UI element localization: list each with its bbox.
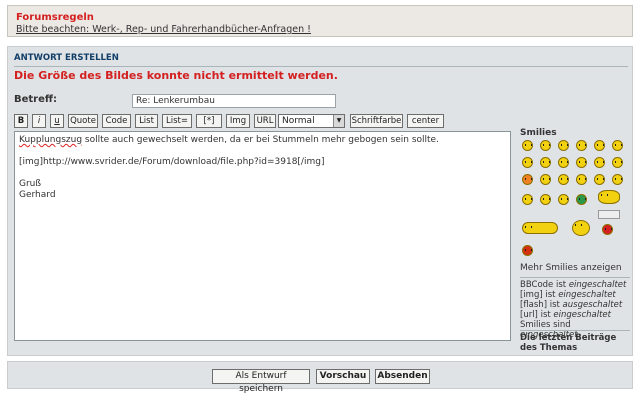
- font-color-button[interactable]: Schriftfarbe: [350, 114, 403, 128]
- font-size-select[interactable]: Normal ▼: [278, 114, 345, 128]
- img-button[interactable]: Img: [226, 114, 250, 128]
- bold-button[interactable]: B: [14, 114, 28, 128]
- italic-button[interactable]: i: [32, 114, 46, 128]
- message-line-3: Gruß: [19, 179, 42, 189]
- smiley-idea-icon[interactable]: [522, 194, 533, 205]
- smiley-exclaim-icon[interactable]: [594, 174, 605, 185]
- forum-rules-title: Forumsregeln: [16, 12, 94, 23]
- url-status: [url] ist eingeschaltet: [520, 310, 611, 320]
- smiley-lol-icon[interactable]: [540, 157, 551, 168]
- smiley-question-icon[interactable]: [612, 174, 623, 185]
- more-smilies-link[interactable]: Mehr Smilies anzeigen: [520, 263, 622, 273]
- smiley-sad-icon[interactable]: [558, 140, 569, 151]
- reply-form-panel: ANTWORT ERSTELLEN Die Größe des Bildes k…: [7, 46, 633, 356]
- smiley-rolleyes-icon[interactable]: [558, 174, 569, 185]
- underline-button[interactable]: u: [50, 114, 64, 128]
- list-ordered-button[interactable]: List=: [162, 114, 192, 128]
- smiley-green-icon[interactable]: [576, 194, 587, 205]
- subject-label: Betreff:: [14, 94, 57, 105]
- forum-rules-link[interactable]: Bitte beachten: Werk-, Rep- und Fahrerha…: [16, 24, 632, 35]
- form-actions: Als Entwurf speichern Vorschau Absenden: [7, 361, 633, 394]
- reply-form-header: ANTWORT ERSTELLEN: [14, 53, 628, 67]
- list-item-button[interactable]: [*]: [196, 114, 222, 128]
- misspelled-word: Kupplungszug: [19, 135, 83, 145]
- smilies-title: Smilies: [520, 128, 557, 138]
- bbcode-status: BBCode ist eingeschaltet: [520, 280, 627, 290]
- smilies-grid: [520, 140, 630, 260]
- smiley-confused-icon[interactable]: [612, 140, 623, 151]
- smiley-arrow-icon[interactable]: [540, 194, 551, 205]
- smiley-cry-icon[interactable]: [612, 157, 623, 168]
- smiley-mad-icon[interactable]: [558, 157, 569, 168]
- smiley-twisted-icon[interactable]: [540, 174, 551, 185]
- smiley-smile-icon[interactable]: [540, 140, 551, 151]
- smiley-cool-icon[interactable]: [522, 157, 533, 168]
- message-line-1: sollte auch gewechselt werden, da er bei…: [82, 135, 439, 145]
- sidebar-divider: [520, 277, 630, 278]
- code-button[interactable]: Code: [102, 114, 131, 128]
- flash-status: [flash] ist ausgeschaltet: [520, 300, 623, 310]
- img-status: [img] ist eingeschaltet: [520, 290, 616, 300]
- latest-posts-heading: Die letzten Beiträge des Themas: [520, 333, 617, 353]
- smiley-oops-icon[interactable]: [594, 157, 605, 168]
- message-textarea[interactable]: Kupplungszug sollte auch gewechselt werd…: [14, 131, 511, 341]
- smiley-evil-icon[interactable]: [522, 174, 533, 185]
- forum-rules-box: Forumsregeln Bitte beachten: Werk-, Rep-…: [7, 5, 633, 37]
- smiley-eek-icon[interactable]: [594, 140, 605, 151]
- message-line-2: [img]http://www.svrider.de/Forum/downloa…: [19, 157, 325, 167]
- smiley-devil-icon[interactable]: [522, 245, 533, 256]
- list-button[interactable]: List: [135, 114, 158, 128]
- smiley-surprised-icon[interactable]: [576, 140, 587, 151]
- url-button[interactable]: URL: [254, 114, 276, 128]
- smiley-red-icon[interactable]: [602, 224, 613, 235]
- error-message: Die Größe des Bildes konnte nicht ermitt…: [14, 69, 338, 82]
- smiley-razz-icon[interactable]: [576, 157, 587, 168]
- save-draft-button[interactable]: Als Entwurf speichern: [212, 369, 310, 394]
- submit-button[interactable]: Absenden: [375, 369, 430, 384]
- message-line-4: Gerhard: [19, 190, 56, 200]
- chevron-down-icon[interactable]: ▼: [333, 115, 344, 127]
- smiley-duo-icon[interactable]: [522, 222, 558, 234]
- subject-input[interactable]: Re: Lenkerumbau: [132, 94, 336, 108]
- smiley-laugh-icon[interactable]: [522, 140, 533, 151]
- bbcode-status-list: BBCode ist eingeschaltet [img] ist einge…: [520, 280, 630, 340]
- sidebar: Smilies Mehr Smilies anzeigen BBCode ist…: [520, 128, 630, 353]
- smiley-crossbones-icon[interactable]: [572, 220, 590, 236]
- smiley-wink-icon[interactable]: [576, 174, 587, 185]
- smiley-neutral-icon[interactable]: [558, 194, 569, 205]
- center-button[interactable]: center: [407, 114, 444, 128]
- sidebar-divider-2: [520, 330, 630, 331]
- font-size-value: Normal: [282, 116, 315, 126]
- quote-button[interactable]: Quote: [68, 114, 98, 128]
- preview-button[interactable]: Vorschau: [316, 369, 370, 384]
- smiley-sign-icon[interactable]: [598, 210, 620, 219]
- smiley-wings-icon[interactable]: [598, 190, 620, 204]
